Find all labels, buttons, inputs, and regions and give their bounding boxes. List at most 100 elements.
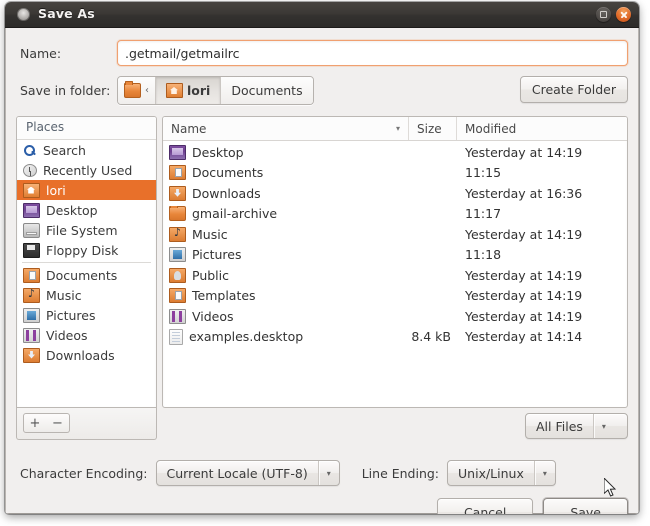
sidebar-item-videos[interactable]: Videos xyxy=(17,325,156,345)
table-row[interactable]: gmail-archive 11:17 xyxy=(163,204,627,225)
sidebar-item-label: File System xyxy=(46,222,118,238)
file-name-cell: Templates xyxy=(163,288,409,304)
breadcrumb-item-documents[interactable]: Documents xyxy=(221,77,313,104)
sidebar-item-pictures[interactable]: Pictures xyxy=(17,305,156,325)
file-filter-value: All Files xyxy=(536,418,583,434)
filename-input[interactable] xyxy=(117,40,628,66)
pictures-folder-icon xyxy=(169,247,186,263)
file-name-label: Templates xyxy=(192,288,256,304)
sidebar-item-documents[interactable]: Documents xyxy=(17,265,156,285)
desktop-icon xyxy=(23,202,40,218)
sidebar-item-file-system[interactable]: File System xyxy=(17,220,156,240)
sidebar-item-label: Recently Used xyxy=(43,162,133,178)
file-modified-cell: Yesterday at 14:19 xyxy=(465,226,583,242)
sidebar-item-desktop[interactable]: Desktop xyxy=(17,200,156,220)
column-header-modified[interactable]: Modified xyxy=(457,117,627,140)
file-name-cell: Videos xyxy=(163,308,409,324)
cancel-button[interactable]: Cancel xyxy=(436,498,534,514)
column-header-name-label: Name xyxy=(171,121,207,136)
recent-icon xyxy=(23,163,37,177)
name-label: Name: xyxy=(20,46,62,61)
sidebar-item-floppy-disk[interactable]: Floppy Disk xyxy=(17,240,156,260)
sidebar-item-lori[interactable]: lori xyxy=(17,180,156,200)
file-modified-cell: 11:18 xyxy=(465,247,502,263)
sidebar-item-label: Search xyxy=(43,142,86,158)
downloads-folder-icon xyxy=(169,185,186,201)
app-dot-icon xyxy=(17,8,30,21)
file-name-cell: Desktop xyxy=(163,144,409,160)
table-row[interactable]: Pictures 11:18 xyxy=(163,245,627,266)
breadcrumb-item-lori[interactable]: lori xyxy=(156,77,222,104)
places-footer: + − xyxy=(16,408,157,440)
add-place-button[interactable]: + xyxy=(23,413,47,433)
sidebar-item-label: Videos xyxy=(46,327,88,343)
videos-folder-icon xyxy=(169,308,186,324)
file-name-label: examples.desktop xyxy=(189,329,304,345)
breadcrumb: ‹ lori Documents xyxy=(117,76,314,105)
column-header-size[interactable]: Size xyxy=(409,117,457,140)
sidebar-item-downloads[interactable]: Downloads xyxy=(17,345,156,365)
file-name-cell: Downloads xyxy=(163,185,409,201)
save-button[interactable]: Save xyxy=(543,498,628,514)
table-row[interactable]: Music Yesterday at 14:19 xyxy=(163,224,627,245)
sidebar-item-label: Documents xyxy=(46,267,118,283)
save-in-folder-label: Save in folder: xyxy=(20,83,111,98)
sidebar-item-label: Music xyxy=(46,287,82,303)
sidebar-item-label: Pictures xyxy=(46,307,96,323)
templates-folder-icon xyxy=(169,288,186,304)
name-row: Name: xyxy=(16,40,628,66)
chevron-down-icon: ▾ xyxy=(542,468,547,478)
breadcrumb-item-[interactable]: ‹ xyxy=(118,77,156,104)
column-header-name[interactable]: Name ▾ xyxy=(163,117,409,140)
close-icon[interactable] xyxy=(616,7,631,22)
search-icon xyxy=(23,144,37,157)
table-row[interactable]: Videos Yesterday at 14:19 xyxy=(163,306,627,327)
window-buttons xyxy=(596,7,631,22)
public-folder-icon xyxy=(169,267,186,283)
filesystem-icon xyxy=(23,222,40,238)
file-list-header: Name ▾ Size Modified xyxy=(163,117,627,141)
encoding-row: Character Encoding: Current Locale (UTF-… xyxy=(20,460,556,486)
table-row[interactable]: Downloads Yesterday at 16:36 xyxy=(163,183,627,204)
dialog-body: Name: Save in folder: ‹ lori Documents Cre… xyxy=(5,28,639,514)
maximize-icon[interactable] xyxy=(596,7,611,22)
file-name-cell: gmail-archive xyxy=(163,206,409,222)
music-folder-icon xyxy=(169,226,186,242)
window-title: Save As xyxy=(38,6,95,21)
file-modified-cell: Yesterday at 14:19 xyxy=(465,267,583,283)
file-name-label: Documents xyxy=(192,165,264,181)
table-row[interactable]: Desktop Yesterday at 14:19 xyxy=(163,142,627,163)
documents-folder-icon xyxy=(169,165,186,181)
title-bar[interactable]: Save As xyxy=(5,2,639,28)
sidebar-item-recently-used[interactable]: Recently Used xyxy=(17,160,156,180)
character-encoding-value: Current Locale (UTF-8) xyxy=(166,465,308,481)
table-row[interactable]: examples.desktop 8.4 kB Yesterday at 14:14 xyxy=(163,327,627,348)
character-encoding-dropdown[interactable]: Current Locale (UTF-8) ▾ xyxy=(155,460,340,486)
file-modified-cell: 11:15 xyxy=(465,165,502,181)
file-name-label: gmail-archive xyxy=(192,206,278,222)
file-list[interactable]: Name ▾ Size Modified Desktop Yesterday at… xyxy=(162,116,628,408)
file-modified-cell: Yesterday at 14:19 xyxy=(465,308,583,324)
chevron-down-icon: ▾ xyxy=(326,468,331,478)
line-ending-dropdown[interactable]: Unix/Linux ▾ xyxy=(447,460,556,486)
create-folder-button[interactable]: Create Folder xyxy=(519,76,628,103)
places-sidebar: Places Search Recently Used lori Desktop Fil… xyxy=(16,116,157,408)
dialog-actions: Cancel Save xyxy=(436,498,628,514)
file-size-cell: 8.4 kB xyxy=(411,329,451,345)
file-name-label: Music xyxy=(192,226,228,242)
downloads-folder-icon xyxy=(23,347,40,363)
table-row[interactable]: Documents 11:15 xyxy=(163,163,627,184)
pictures-folder-icon xyxy=(23,307,40,323)
file-filter-dropdown[interactable]: All Files ▾ xyxy=(525,413,628,439)
table-row[interactable]: Public Yesterday at 14:19 xyxy=(163,265,627,286)
sidebar-item-music[interactable]: Music xyxy=(17,285,156,305)
sidebar-item-label: Floppy Disk xyxy=(46,242,119,258)
remove-place-button[interactable]: − xyxy=(46,413,70,433)
table-row[interactable]: Templates Yesterday at 14:19 xyxy=(163,286,627,307)
file-name-label: Downloads xyxy=(192,185,261,201)
sidebar-item-search[interactable]: Search xyxy=(17,140,156,160)
home-folder-icon xyxy=(166,83,183,98)
sidebar-item-label: lori xyxy=(46,182,66,198)
save-in-folder-row: Save in folder: ‹ lori Documents Create Fo… xyxy=(16,76,628,105)
breadcrumb-item-label: lori xyxy=(187,83,211,98)
